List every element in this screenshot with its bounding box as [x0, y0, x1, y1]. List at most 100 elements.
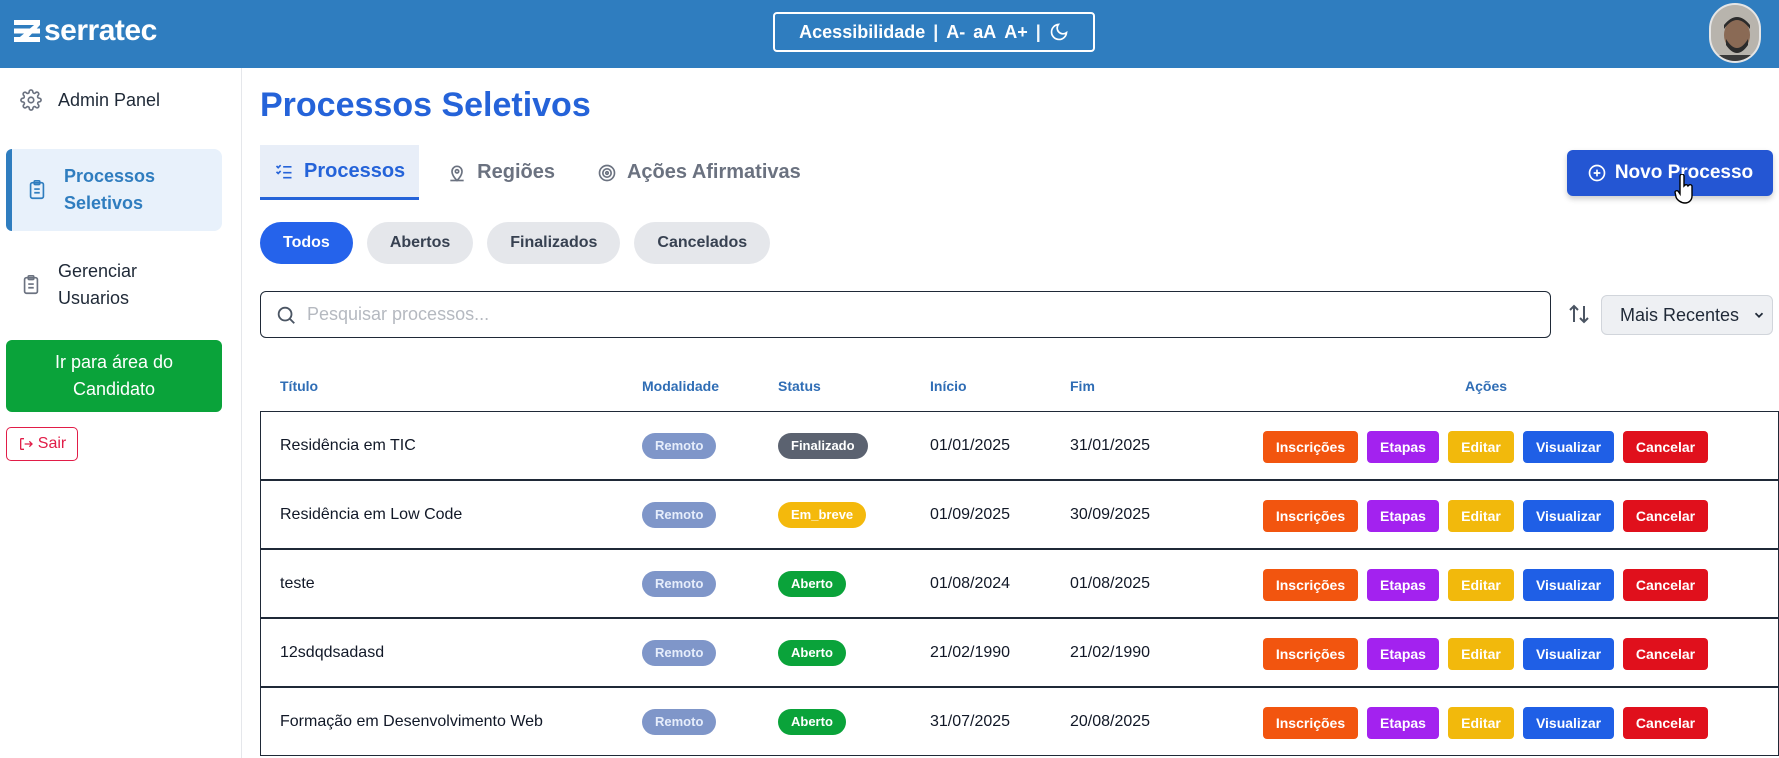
hand-cursor-icon — [1674, 174, 1693, 204]
cancelar-button[interactable]: Cancelar — [1623, 500, 1708, 532]
accessibility-label: Acessibilidade — [799, 21, 926, 42]
modality-badge: Remoto — [642, 570, 717, 597]
row-title: 12sdqdsadasd — [280, 643, 385, 661]
list-check-icon — [275, 164, 292, 179]
visualizar-button[interactable]: Visualizar — [1523, 638, 1614, 670]
row-title: Formação em Desenvolvimento Web — [280, 712, 543, 730]
row-actions: Inscrições Etapas Editar Visualizar Canc… — [1263, 638, 1708, 670]
row-end-date: 30/09/2025 — [1070, 505, 1151, 523]
inscricoes-button[interactable]: Inscrições — [1263, 569, 1358, 601]
plus-circle-icon — [1588, 164, 1606, 182]
etapas-button[interactable]: Etapas — [1367, 569, 1439, 601]
editar-button[interactable]: Editar — [1448, 638, 1514, 670]
row-actions: Inscrições Etapas Editar Visualizar Canc… — [1263, 500, 1708, 532]
status-badge: Finalizado — [778, 432, 868, 459]
filter-cancelados[interactable]: Cancelados — [634, 222, 771, 264]
inscricoes-button[interactable]: Inscrições — [1263, 638, 1358, 670]
row-actions: Inscrições Etapas Editar Visualizar Canc… — [1263, 431, 1708, 463]
sort-value: Mais Recentes — [1620, 304, 1740, 325]
row-start-date: 01/08/2024 — [930, 574, 1011, 592]
clipboard-icon — [29, 180, 45, 200]
visualizar-button[interactable]: Visualizar — [1523, 500, 1614, 532]
sort-icon[interactable] — [1567, 302, 1591, 326]
visualizar-button[interactable]: Visualizar — [1523, 569, 1614, 601]
table-row: 12sdqdsadasd Remoto Aberto 21/02/1990 21… — [260, 618, 1779, 687]
logout-button[interactable]: Sair — [6, 427, 78, 461]
tab-label: Ações Afirmativas — [626, 161, 801, 183]
accessibility-toolbar: Acessibilidade | A- aA A+ | — [773, 12, 1095, 52]
inscricoes-button[interactable]: Inscrições — [1263, 707, 1358, 739]
column-title: Título — [280, 378, 319, 394]
row-end-date: 20/08/2025 — [1070, 712, 1151, 730]
etapas-button[interactable]: Etapas — [1367, 500, 1439, 532]
editar-button[interactable]: Editar — [1448, 500, 1514, 532]
chevron-down-icon — [1754, 312, 1764, 318]
tab-bar: Processos Regiões Ações Afirmativas — [260, 145, 829, 200]
page-title: Processos Seletivos — [260, 86, 591, 124]
status-badge: Aberto — [778, 639, 846, 666]
column-actions: Ações — [1465, 378, 1508, 394]
separator: | — [1035, 21, 1041, 42]
user-photo — [1711, 5, 1759, 61]
column-start: Início — [930, 378, 967, 394]
table-row: teste Remoto Aberto 01/08/2024 01/08/202… — [260, 549, 1779, 618]
filter-todos[interactable]: Todos — [260, 222, 353, 264]
status-badge: Em_breve — [778, 501, 867, 528]
editar-button[interactable]: Editar — [1448, 431, 1514, 463]
status-badge: Aberto — [778, 708, 846, 735]
table-header: Título Modalidade Status Início Fim Açõe… — [260, 378, 1779, 398]
etapas-button[interactable]: Etapas — [1367, 431, 1439, 463]
filter-finalizados[interactable]: Finalizados — [487, 222, 621, 264]
avatar[interactable] — [1709, 3, 1761, 63]
font-increase-button[interactable]: A+ — [1004, 22, 1028, 43]
modality-badge: Remoto — [642, 501, 717, 528]
clipboard-list-icon — [23, 275, 39, 295]
logo-mark-icon — [14, 20, 40, 42]
filter-abertos[interactable]: Abertos — [366, 222, 474, 264]
map-pin-icon — [450, 165, 464, 182]
sidebar-item-label: Processos Seletivos — [64, 166, 156, 213]
modality-badge: Remoto — [642, 708, 717, 735]
cancelar-button[interactable]: Cancelar — [1623, 569, 1708, 601]
new-process-button[interactable]: Novo Processo — [1567, 150, 1773, 196]
column-modality: Modalidade — [642, 378, 720, 394]
inscricoes-button[interactable]: Inscrições — [1263, 500, 1358, 532]
editar-button[interactable]: Editar — [1448, 569, 1514, 601]
etapas-button[interactable]: Etapas — [1367, 707, 1439, 739]
search-input[interactable] — [307, 304, 1507, 325]
etapas-button[interactable]: Etapas — [1367, 638, 1439, 670]
row-title: teste — [280, 574, 315, 592]
sort-select[interactable]: Mais Recentes — [1601, 295, 1773, 335]
modality-badge: Remoto — [642, 432, 717, 459]
visualizar-button[interactable]: Visualizar — [1523, 431, 1614, 463]
cancelar-button[interactable]: Cancelar — [1623, 638, 1708, 670]
cancelar-button[interactable]: Cancelar — [1623, 707, 1708, 739]
row-start-date: 01/09/2025 — [930, 505, 1011, 523]
target-icon — [598, 164, 616, 181]
modality-badge: Remoto — [642, 639, 717, 666]
moon-icon[interactable] — [1049, 22, 1069, 42]
font-reset-button[interactable]: aA — [973, 22, 996, 43]
tab-label: Processos — [304, 159, 406, 182]
visualizar-button[interactable]: Visualizar — [1523, 707, 1614, 739]
cancelar-button[interactable]: Cancelar — [1623, 431, 1708, 463]
editar-button[interactable]: Editar — [1448, 707, 1514, 739]
sidebar-item-admin-panel[interactable]: Admin Panel — [6, 80, 222, 120]
row-title: Residência em Low Code — [280, 505, 463, 523]
row-end-date: 01/08/2025 — [1070, 574, 1151, 592]
sidebar-item-processos-seletivos[interactable]: Processos Seletivos — [6, 149, 222, 231]
candidate-area-button[interactable]: Ir para área do Candidato — [6, 340, 222, 412]
tab-label: Regiões — [477, 161, 555, 183]
sidebar-item-gerenciar-usuarios[interactable]: Gerenciar Usuarios — [6, 252, 222, 318]
serratec-logo[interactable]: serratec — [14, 14, 157, 48]
row-end-date: 31/01/2025 — [1070, 436, 1151, 454]
font-decrease-button[interactable]: A- — [946, 22, 965, 43]
sidebar: Admin Panel Processos Seletivos Gerencia… — [0, 68, 242, 758]
tab-regioes[interactable]: Regiões — [433, 145, 569, 200]
row-start-date: 01/01/2025 — [930, 436, 1011, 454]
inscricoes-button[interactable]: Inscrições — [1263, 431, 1358, 463]
top-bar: serratec Acessibilidade | A- aA A+ | — [0, 0, 1779, 68]
tab-acoes-afirmativas[interactable]: Ações Afirmativas — [583, 145, 815, 200]
status-filters: Todos Abertos Finalizados Cancelados — [260, 222, 771, 264]
tab-processos[interactable]: Processos — [260, 145, 420, 200]
